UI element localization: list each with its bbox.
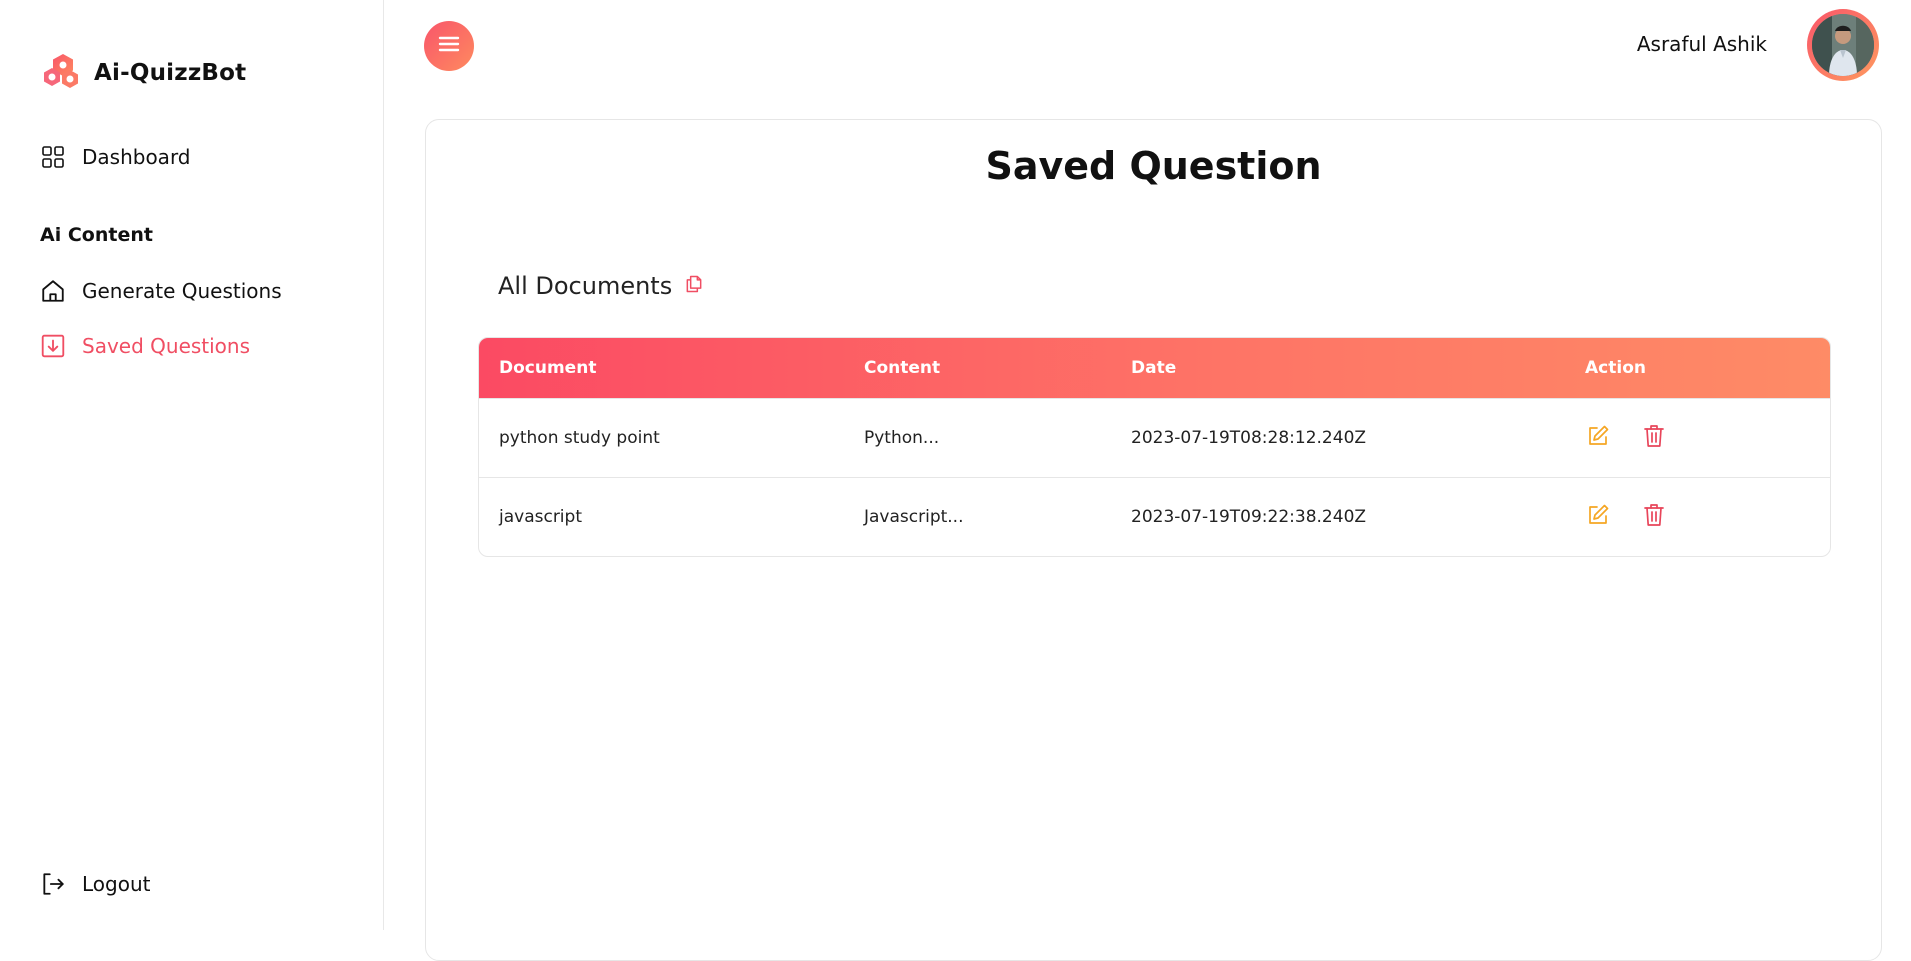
grid-icon xyxy=(40,144,66,170)
cell-content: Javascript... xyxy=(864,507,964,527)
section-label: Ai Content xyxy=(40,224,153,246)
brand-name: Ai-QuizzBot xyxy=(94,60,247,86)
hamburger-icon xyxy=(438,35,460,57)
sidebar-item-saved-questions[interactable]: Saved Questions xyxy=(40,333,250,359)
sidebar-item-label: Generate Questions xyxy=(82,279,282,303)
trash-icon xyxy=(1643,503,1665,532)
quizzbot-logo-icon xyxy=(40,48,86,98)
cell-actions xyxy=(1565,503,1830,532)
logout-button[interactable]: Logout xyxy=(40,871,150,897)
avatar-photo xyxy=(1812,14,1874,76)
logout-label: Logout xyxy=(82,872,151,896)
sidebar-item-dashboard[interactable]: Dashboard xyxy=(40,144,191,170)
cell-date: 2023-07-19T09:22:38.240Z xyxy=(1131,507,1367,527)
avatar[interactable] xyxy=(1807,9,1879,81)
section-title: All Documents xyxy=(498,272,673,300)
edit-icon xyxy=(1586,424,1610,453)
sidebar: Ai-QuizzBot Dashboard Ai Content Generat… xyxy=(0,0,384,930)
column-header-content[interactable]: Content xyxy=(844,358,1111,378)
menu-toggle-button[interactable] xyxy=(424,21,474,71)
edit-button[interactable] xyxy=(1585,504,1611,530)
logout-icon xyxy=(40,871,66,897)
edit-button[interactable] xyxy=(1585,425,1611,451)
brand-logo[interactable]: Ai-QuizzBot xyxy=(40,48,246,98)
sidebar-item-label: Saved Questions xyxy=(82,334,251,358)
table-row[interactable]: javascript Javascript... 2023-07-19T09:2… xyxy=(479,477,1830,556)
cell-date: 2023-07-19T08:28:12.240Z xyxy=(1131,428,1367,448)
documents-icon xyxy=(684,272,704,300)
cell-document: python study point xyxy=(499,428,660,448)
cell-content: Python... xyxy=(864,428,940,448)
column-header-action: Action xyxy=(1585,358,1646,378)
table-row[interactable]: python study point Python... 2023-07-19T… xyxy=(479,398,1830,477)
user-name: Asraful Ashik xyxy=(1636,32,1767,56)
table-header: Document Content Date Action xyxy=(479,338,1830,398)
main-card: Saved Question All Documents Document Co… xyxy=(425,119,1882,961)
edit-icon xyxy=(1586,503,1610,532)
trash-icon xyxy=(1643,424,1665,453)
download-box-icon xyxy=(40,333,66,359)
documents-table: Document Content Date Action python stud… xyxy=(478,337,1831,557)
page-title: Saved Question xyxy=(985,144,1322,188)
sidebar-item-label: Dashboard xyxy=(82,145,191,169)
delete-button[interactable] xyxy=(1641,503,1667,532)
sidebar-item-generate-questions[interactable]: Generate Questions xyxy=(40,278,282,304)
section-header: All Documents xyxy=(498,272,704,300)
delete-button[interactable] xyxy=(1641,424,1667,453)
home-icon xyxy=(40,278,66,304)
cell-actions xyxy=(1565,424,1830,453)
column-header-date[interactable]: Date xyxy=(1111,358,1565,378)
cell-document: javascript xyxy=(499,507,582,527)
column-header-document[interactable]: Document xyxy=(479,358,844,378)
